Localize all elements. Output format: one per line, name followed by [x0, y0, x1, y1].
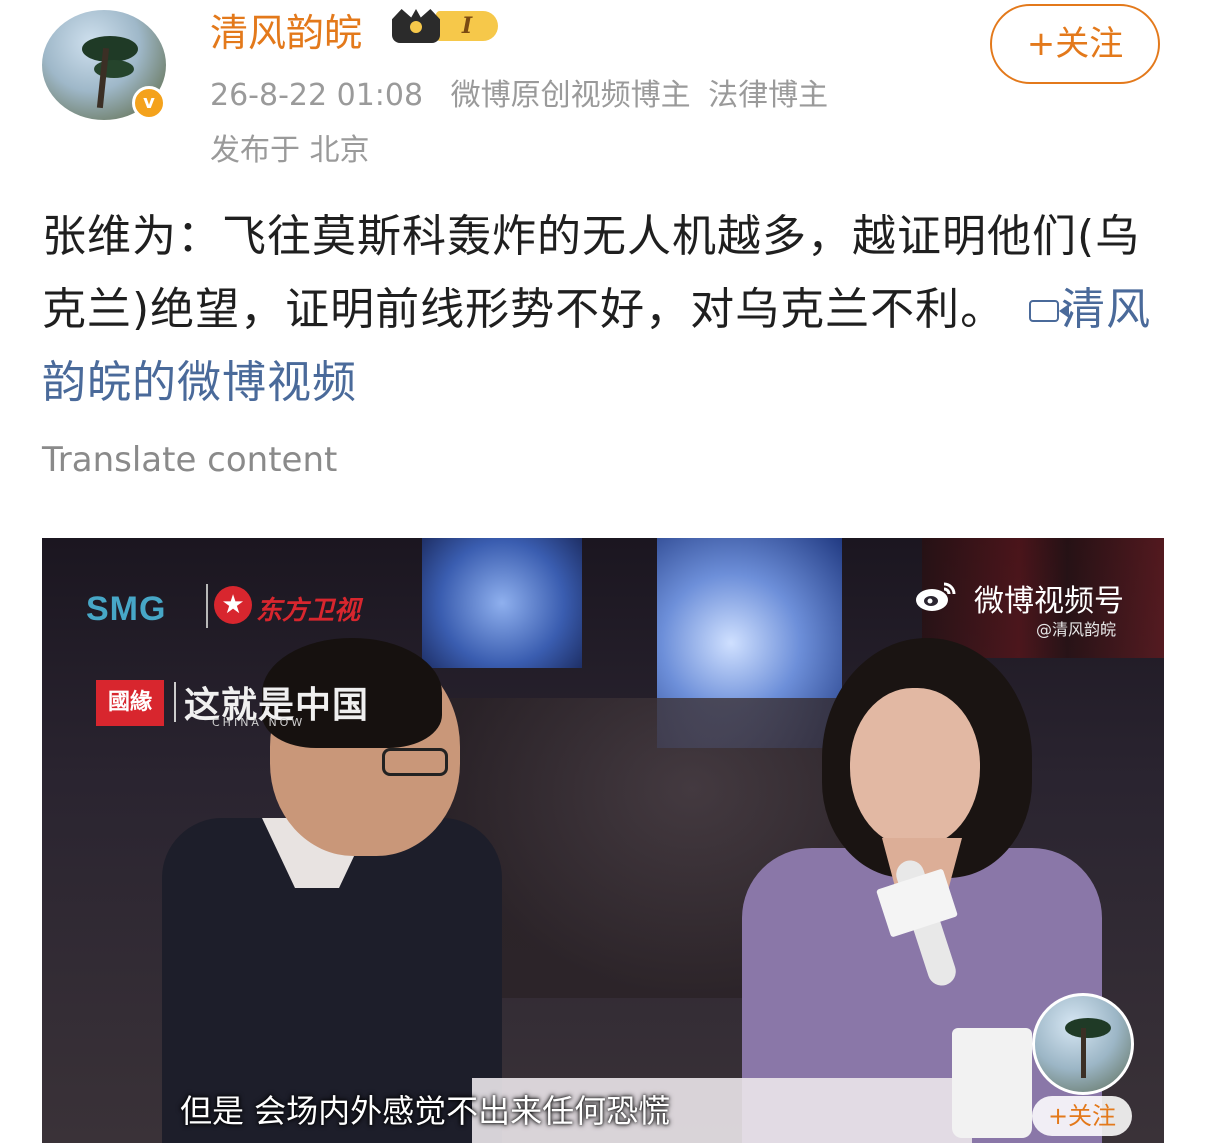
post-meta: 26-8-22 01:08 微博原创视频博主 法律博主	[210, 70, 846, 114]
follow-button[interactable]: +关注	[990, 4, 1160, 84]
avatar-pine-foliage	[82, 36, 138, 62]
level-label: I	[436, 11, 498, 41]
weibo-logo-icon	[916, 582, 956, 611]
logo-divider	[206, 584, 208, 628]
member-level-badge[interactable]: I	[392, 6, 504, 46]
partner-logo: 國緣	[96, 680, 164, 726]
crown-icon	[392, 9, 440, 43]
author-tag-video-blogger: 微博原创视频博主	[450, 78, 691, 113]
dragon-tv-logo: 东方卫视	[256, 596, 361, 626]
translate-content-link[interactable]: Translate content	[42, 440, 337, 480]
desk-cup	[952, 1028, 1032, 1138]
show-subtitle: CHINA NOW	[212, 716, 306, 729]
post-timestamp: 26-8-22 01:08	[210, 78, 424, 113]
overlay-author-avatar[interactable]	[1032, 993, 1134, 1095]
post-location: 发布于 北京	[210, 133, 370, 168]
smg-logo: SMG	[86, 590, 167, 628]
video-subtitle: 但是 会场内外感觉不出来任何恐慌	[180, 1092, 671, 1130]
author-tag-law-blogger: 法律博主	[708, 78, 829, 113]
post-text: 张维为：飞往莫斯科轰炸的无人机越多，越证明他们(乌克兰)绝望，证明前线形势不好，…	[42, 211, 1141, 335]
author-name[interactable]: 清风韵皖	[210, 2, 362, 57]
weibo-watermark-handle: @清风韵皖	[1036, 620, 1117, 639]
weibo-video-channel-label: 微博视频号	[974, 584, 1124, 619]
guest-glasses	[382, 748, 448, 776]
verified-badge-icon: v	[132, 86, 166, 120]
show-logo-divider	[174, 682, 176, 722]
post-body: 张维为：飞往莫斯科轰炸的无人机越多，越证明他们(乌克兰)绝望，证明前线形势不好，…	[42, 200, 1172, 419]
video-link-icon[interactable]	[1029, 300, 1070, 322]
overlay-avatar-foliage	[1065, 1018, 1111, 1038]
video-player[interactable]: SMG ★ 东方卫视 國緣 这就是中国 CHINA NOW 微博视频号 @清风韵…	[42, 538, 1164, 1143]
dragon-tv-icon: ★	[214, 586, 252, 624]
studio-screen-left	[422, 538, 582, 668]
overlay-follow-button[interactable]: +关注	[1032, 1096, 1132, 1136]
overlay-avatar-trunk	[1081, 1028, 1086, 1078]
host-face	[850, 688, 980, 848]
